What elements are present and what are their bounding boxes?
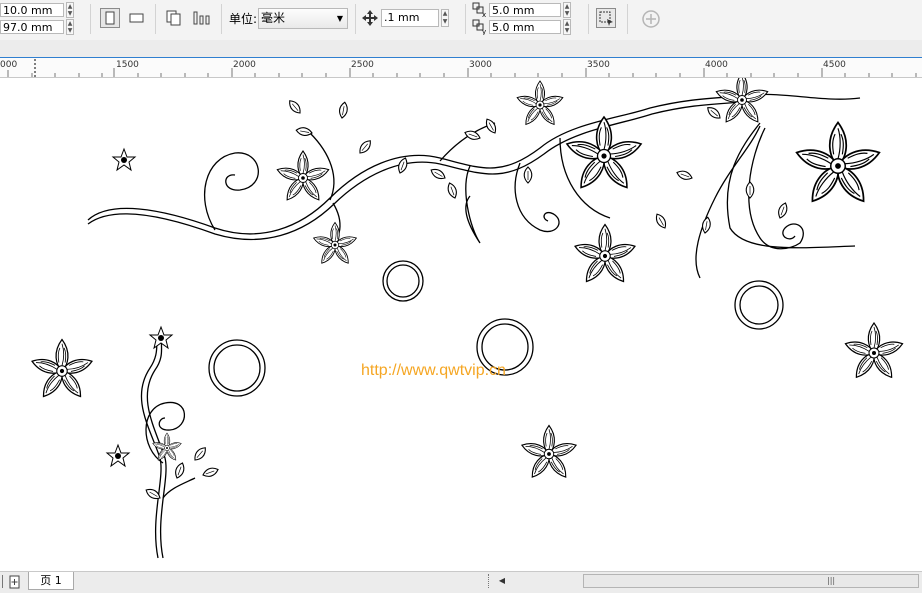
- separator: [465, 4, 466, 34]
- spin-down-icon[interactable]: ▼: [67, 10, 73, 17]
- nudge-spinner[interactable]: ▲ ▼: [441, 9, 449, 27]
- property-bar: 10.0 mm ▲ ▼ 97.0 mm ▲ ▼ 单位: 毫米 ▼ .1 mm ▲ ▼ …: [0, 0, 922, 41]
- portrait-icon: [105, 11, 115, 25]
- floral-artwork[interactable]: [0, 78, 922, 571]
- treat-as-filled-button[interactable]: [596, 8, 616, 28]
- all-pages-button[interactable]: [164, 8, 184, 28]
- plus-circle-icon: [642, 10, 660, 28]
- current-page-button[interactable]: [192, 8, 212, 28]
- drawing-canvas[interactable]: http://www.qwtvip.cn: [0, 78, 922, 571]
- spin-up-icon[interactable]: ▲: [564, 20, 570, 27]
- spin-down-icon[interactable]: ▼: [442, 18, 448, 26]
- dup-y-field[interactable]: 5.0 mm: [489, 20, 561, 34]
- unit-label: 单位:: [229, 12, 258, 26]
- separator: [221, 4, 222, 34]
- unit-select[interactable]: 毫米 ▼: [258, 8, 348, 29]
- height-spinner[interactable]: ▲ ▼: [66, 19, 74, 35]
- nudge-icon: [361, 9, 381, 29]
- page-navigator: 页 1 ◀ |||: [0, 571, 922, 593]
- width-field[interactable]: 10.0 mm: [0, 3, 64, 17]
- spin-up-icon[interactable]: ▲: [564, 3, 570, 10]
- ruler-ticks: [7, 59, 917, 77]
- dup-x-icon: x: [472, 2, 488, 19]
- separator: [155, 4, 156, 34]
- width-spinner[interactable]: ▲ ▼: [66, 2, 74, 18]
- add-page-button[interactable]: [641, 9, 661, 29]
- landscape-icon: [129, 13, 144, 23]
- add-page-icon[interactable]: [8, 574, 22, 589]
- divider: [2, 575, 3, 588]
- separator: [627, 4, 628, 34]
- landscape-button[interactable]: [127, 8, 147, 28]
- spin-down-icon[interactable]: ▼: [67, 27, 73, 34]
- splitter-handle[interactable]: [488, 574, 490, 588]
- select-frame-icon: [599, 11, 613, 26]
- separator: [90, 4, 91, 34]
- spin-down-icon[interactable]: ▼: [564, 27, 570, 34]
- dup-y-spinner[interactable]: ▲ ▼: [563, 19, 571, 35]
- spin-up-icon[interactable]: ▲: [67, 20, 73, 27]
- spin-up-icon[interactable]: ▲: [67, 3, 73, 10]
- chevron-down-icon: ▼: [336, 14, 343, 23]
- separator: [588, 4, 589, 34]
- dup-x-field[interactable]: 5.0 mm: [489, 3, 561, 17]
- dup-y-icon: y: [472, 19, 488, 36]
- svg-text:y: y: [482, 28, 486, 35]
- portrait-button[interactable]: [100, 8, 120, 28]
- tab-strip: [0, 40, 922, 58]
- pages-icon: [166, 10, 181, 26]
- nudge-field[interactable]: .1 mm: [381, 9, 439, 27]
- dup-x-spinner[interactable]: ▲ ▼: [563, 2, 571, 18]
- page-layout-icon: [193, 11, 210, 25]
- spin-down-icon[interactable]: ▼: [564, 10, 570, 17]
- page-tab-1[interactable]: 页 1: [28, 572, 74, 590]
- horizontal-ruler: 000 1500 2000 2500 3000 3500 4000 4500: [0, 58, 922, 78]
- unit-select-value: 毫米: [261, 11, 286, 25]
- height-field[interactable]: 97.0 mm: [0, 20, 64, 34]
- horizontal-scrollbar[interactable]: |||: [583, 574, 919, 588]
- separator: [355, 4, 356, 34]
- spin-up-icon[interactable]: ▲: [442, 10, 448, 18]
- scroll-grip-icon: |||: [827, 576, 836, 585]
- svg-text:x: x: [482, 11, 486, 18]
- watermark-text: http://www.qwtvip.cn: [361, 362, 506, 379]
- scroll-left-icon[interactable]: ◀: [496, 574, 508, 588]
